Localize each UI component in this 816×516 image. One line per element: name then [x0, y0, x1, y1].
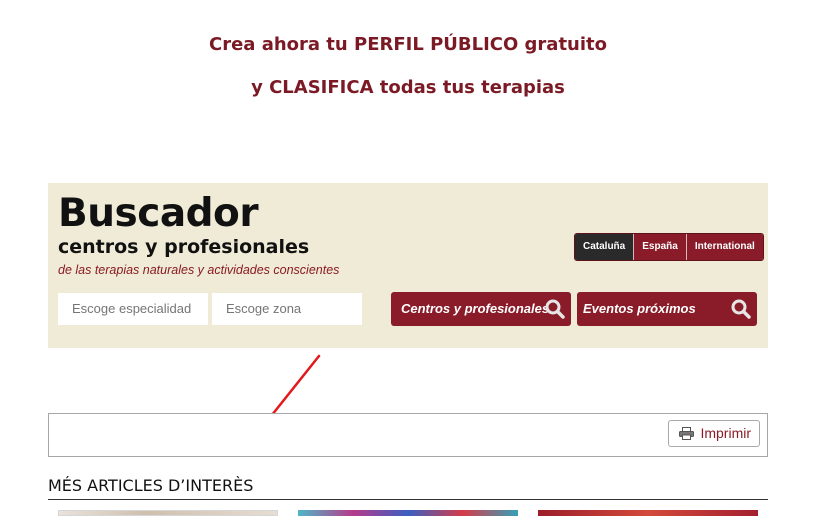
region-cataluna[interactable]: Cataluña — [575, 234, 634, 260]
region-international[interactable]: International — [685, 234, 763, 260]
article-thumbnail[interactable] — [58, 510, 278, 516]
search-panel: Buscador centros y profesionales de las … — [48, 183, 768, 348]
print-label: Imprimir — [700, 425, 751, 441]
article-thumbnail[interactable] — [298, 510, 518, 516]
articles-heading: MÉS ARTICLES D’INTERÈS — [48, 476, 254, 495]
search-icon — [731, 299, 751, 319]
printer-icon — [679, 427, 695, 440]
region-selector: Cataluña España International — [574, 233, 764, 261]
search-icon — [545, 299, 565, 319]
zona-select[interactable] — [212, 293, 362, 325]
search-subtitle: centros y profesionales — [58, 236, 310, 258]
especialidad-select[interactable] — [58, 293, 208, 325]
articles-divider — [48, 499, 768, 500]
search-title: Buscador — [58, 191, 259, 236]
region-espana[interactable]: España — [633, 234, 686, 260]
search-centros-button[interactable]: Centros y profesionales — [391, 292, 571, 326]
promo-line-2: y CLASIFICA todas tus terapias — [251, 77, 565, 98]
search-eventos-button[interactable]: Eventos próximos — [577, 292, 757, 326]
search-eventos-label: Eventos próximos — [583, 301, 696, 316]
print-toolbar: Imprimir — [48, 413, 768, 457]
search-tagline: de las terapias naturales y actividades … — [58, 263, 340, 277]
article-thumbnail[interactable] — [538, 510, 758, 516]
search-centros-label: Centros y profesionales — [401, 301, 550, 316]
promo-line-1: Crea ahora tu PERFIL PÚBLICO gratuito — [208, 34, 608, 55]
print-button[interactable]: Imprimir — [668, 420, 760, 447]
